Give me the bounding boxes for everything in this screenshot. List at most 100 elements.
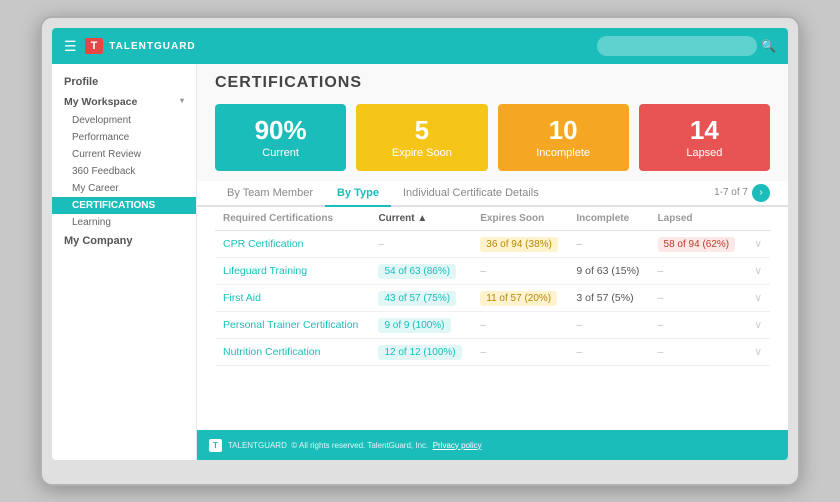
expand-personaltrainer[interactable]: ∨ xyxy=(746,311,770,338)
sidebar-my-workspace[interactable]: My Workspace ▾ xyxy=(52,92,196,112)
current-badge-lifeguard: 54 of 63 (86%) xyxy=(378,264,456,279)
footer-logo-text: TALENTGUARD xyxy=(228,441,287,450)
lapsed-nutrition: – xyxy=(650,338,746,365)
stat-card-incomplete: 10 Incomplete xyxy=(498,104,629,171)
current-nutrition: 12 of 12 (100%) xyxy=(370,338,472,365)
sidebar-item-360-feedback[interactable]: 360 Feedback xyxy=(52,163,196,180)
lapsed-cpr: 58 of 94 (62%) xyxy=(650,230,746,257)
lapsed-lifeguard: – xyxy=(650,257,746,284)
tab-individual-details[interactable]: Individual Certificate Details xyxy=(391,181,551,207)
stat-card-lapsed: 14 Lapsed xyxy=(639,104,770,171)
sidebar-item-my-career[interactable]: My Career xyxy=(52,180,196,197)
current-badge-firstaid: 43 of 57 (75%) xyxy=(378,291,456,306)
pagination: 1-7 of 7 › xyxy=(714,184,770,202)
stat-card-expire-soon: 5 Expire Soon xyxy=(356,104,487,171)
expires-personaltrainer: – xyxy=(472,311,568,338)
search-input[interactable] xyxy=(597,36,757,56)
stat-label-incomplete: Incomplete xyxy=(508,147,619,159)
tab-by-team-member[interactable]: By Team Member xyxy=(215,181,325,207)
page-title: CERTIFICATIONS xyxy=(215,74,362,91)
stat-value-expire-soon: 5 xyxy=(366,116,477,145)
footer-logo: T xyxy=(209,439,222,452)
stat-value-lapsed: 14 xyxy=(649,116,760,145)
stat-label-current: Current xyxy=(225,147,336,159)
logo-box: T xyxy=(85,38,104,54)
sidebar-item-profile[interactable]: Profile xyxy=(52,72,196,92)
col-header-lapsed: Lapsed xyxy=(650,207,746,231)
sidebar-item-my-company[interactable]: My Company xyxy=(52,231,196,251)
expand-nutrition[interactable]: ∨ xyxy=(746,338,770,365)
search-icon[interactable]: 🔍 xyxy=(761,39,776,53)
tabs-row: By Team Member By Type Individual Certif… xyxy=(197,181,788,207)
stat-card-current: 90% Current xyxy=(215,104,346,171)
current-badge-personaltrainer: 9 of 9 (100%) xyxy=(378,318,450,333)
main-panel: CERTIFICATIONS 90% Current 5 Expire Soon… xyxy=(197,64,788,460)
col-header-current[interactable]: Current ▲ xyxy=(370,207,472,231)
menu-icon[interactable]: ☰ xyxy=(64,38,77,55)
top-bar: ☰ T TALENTGUARD 🔍 xyxy=(52,28,788,64)
expires-badge-firstaid: 11 of 57 (20%) xyxy=(480,291,557,306)
lapsed-firstaid: – xyxy=(650,284,746,311)
footer-privacy-link[interactable]: Privacy policy xyxy=(433,441,482,450)
table-row: CPR Certification – 36 of 94 (38%) – 58 … xyxy=(215,230,770,257)
col-header-expires-soon: Expires Soon xyxy=(472,207,568,231)
sidebar-item-performance[interactable]: Performance xyxy=(52,129,196,146)
table-row: First Aid 43 of 57 (75%) 11 of 57 (20%) … xyxy=(215,284,770,311)
screen: ☰ T TALENTGUARD 🔍 Profile My Workspace ▾… xyxy=(52,28,788,460)
next-page-button[interactable]: › xyxy=(752,184,770,202)
expires-lifeguard: – xyxy=(472,257,568,284)
expires-badge-cpr: 36 of 94 (38%) xyxy=(480,237,558,252)
cert-name-lifeguard[interactable]: Lifeguard Training xyxy=(215,257,370,284)
expand-cpr[interactable]: ∨ xyxy=(746,230,770,257)
expires-firstaid: 11 of 57 (20%) xyxy=(472,284,568,311)
lapsed-badge-cpr: 58 of 94 (62%) xyxy=(658,237,736,252)
content-area: Profile My Workspace ▾ Development Perfo… xyxy=(52,64,788,460)
expand-firstaid[interactable]: ∨ xyxy=(746,284,770,311)
page-title-bar: CERTIFICATIONS xyxy=(197,64,788,98)
stat-value-current: 90% xyxy=(225,116,336,145)
current-personaltrainer: 9 of 9 (100%) xyxy=(370,311,472,338)
stat-value-incomplete: 10 xyxy=(508,116,619,145)
cert-name-nutrition[interactable]: Nutrition Certification xyxy=(215,338,370,365)
tab-by-type[interactable]: By Type xyxy=(325,181,391,207)
stat-cards: 90% Current 5 Expire Soon 10 Incomplete … xyxy=(197,98,788,181)
current-badge-nutrition: 12 of 12 (100%) xyxy=(378,345,461,360)
logo-text: TALENTGUARD xyxy=(109,41,597,52)
laptop-frame: ☰ T TALENTGUARD 🔍 Profile My Workspace ▾… xyxy=(40,16,800,486)
stat-label-expire-soon: Expire Soon xyxy=(366,147,477,159)
col-header-incomplete: Incomplete xyxy=(568,207,649,231)
incomplete-cpr: – xyxy=(568,230,649,257)
table-container: Required Certifications Current ▲ Expire… xyxy=(197,207,788,430)
pagination-text: 1-7 of 7 xyxy=(714,187,748,198)
table-row: Personal Trainer Certification 9 of 9 (1… xyxy=(215,311,770,338)
current-lifeguard: 54 of 63 (86%) xyxy=(370,257,472,284)
current-cpr: – xyxy=(370,230,472,257)
incomplete-nutrition: – xyxy=(568,338,649,365)
footer: T TALENTGUARD © All rights reserved. Tal… xyxy=(197,430,788,460)
sidebar: Profile My Workspace ▾ Development Perfo… xyxy=(52,64,197,460)
current-firstaid: 43 of 57 (75%) xyxy=(370,284,472,311)
footer-copy: © All rights reserved. TalentGuard, Inc. xyxy=(291,441,428,450)
cert-name-firstaid[interactable]: First Aid xyxy=(215,284,370,311)
expand-lifeguard[interactable]: ∨ xyxy=(746,257,770,284)
table-row: Nutrition Certification 12 of 12 (100%) … xyxy=(215,338,770,365)
lapsed-personaltrainer: – xyxy=(650,311,746,338)
incomplete-personaltrainer: – xyxy=(568,311,649,338)
expires-cpr: 36 of 94 (38%) xyxy=(472,230,568,257)
my-workspace-label: My Workspace xyxy=(64,96,137,108)
cert-name-personaltrainer[interactable]: Personal Trainer Certification xyxy=(215,311,370,338)
cert-name-cpr[interactable]: CPR Certification xyxy=(215,230,370,257)
col-header-action xyxy=(746,207,770,231)
certifications-table: Required Certifications Current ▲ Expire… xyxy=(215,207,770,366)
incomplete-firstaid: 3 of 57 (5%) xyxy=(568,284,649,311)
col-header-name: Required Certifications xyxy=(215,207,370,231)
sidebar-item-learning[interactable]: Learning xyxy=(52,214,196,231)
incomplete-lifeguard: 9 of 63 (15%) xyxy=(568,257,649,284)
sidebar-item-current-review[interactable]: Current Review xyxy=(52,146,196,163)
expires-nutrition: – xyxy=(472,338,568,365)
sidebar-item-certifications[interactable]: CERTIFICATIONS xyxy=(52,197,196,214)
table-row: Lifeguard Training 54 of 63 (86%) – 9 of… xyxy=(215,257,770,284)
chevron-icon: ▾ xyxy=(180,96,184,108)
stat-label-lapsed: Lapsed xyxy=(649,147,760,159)
sidebar-item-development[interactable]: Development xyxy=(52,112,196,129)
